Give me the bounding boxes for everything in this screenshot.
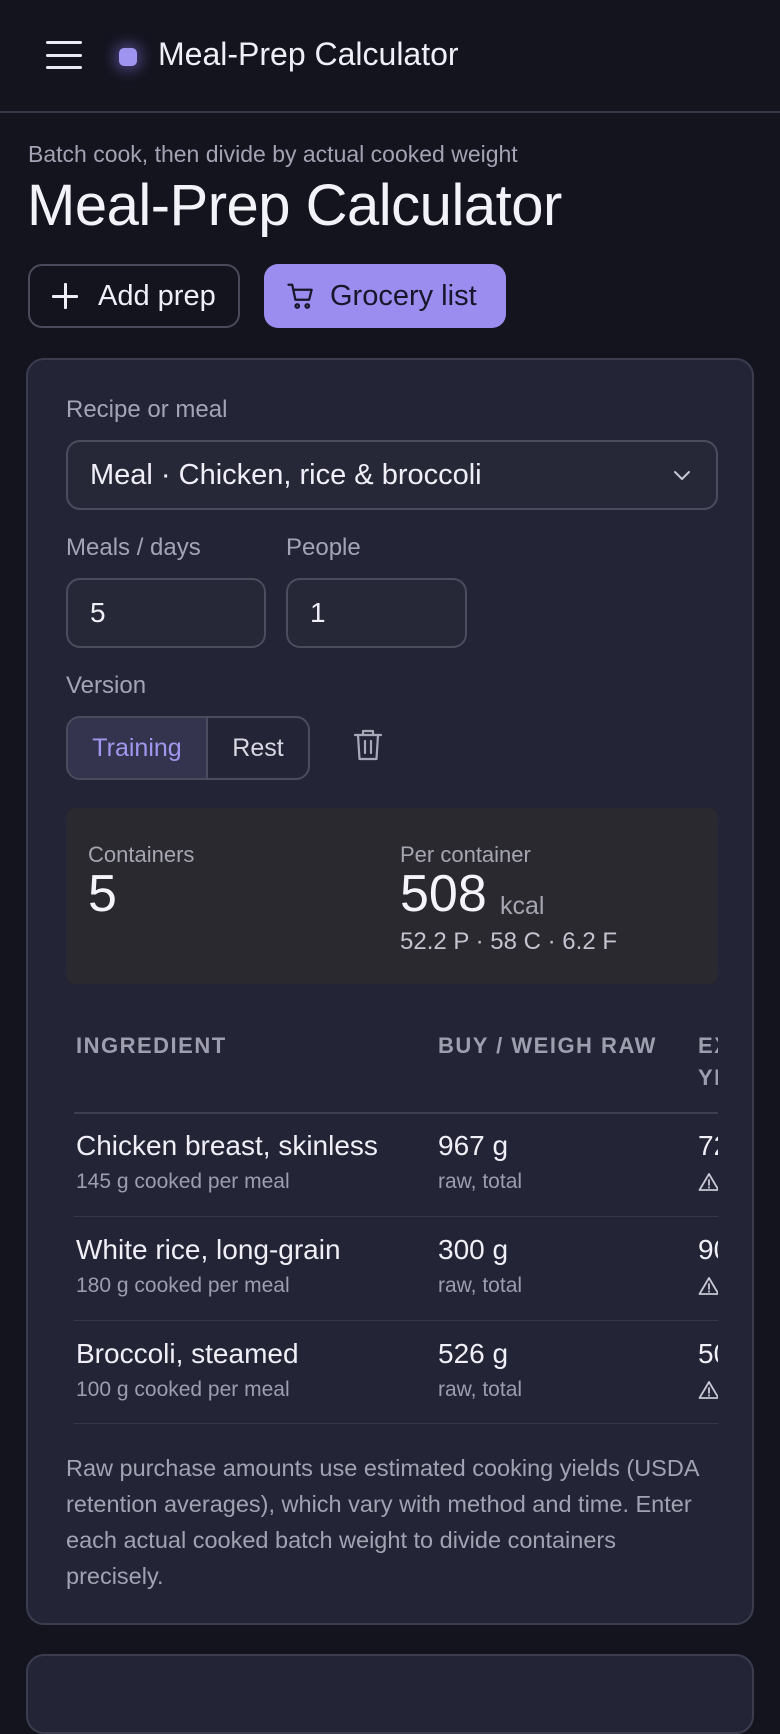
yield-note: Raw purchase amounts use estimated cooki… <box>66 1455 699 1589</box>
version-label: Version <box>66 672 147 699</box>
brand-logo-icon <box>119 48 137 66</box>
ingredient-name: White rice, long-grain <box>76 1234 341 1265</box>
raw-note: raw, total <box>438 1378 523 1401</box>
column-header-buy: BUY / WEIGH RAW <box>438 1033 657 1058</box>
version-toggle: Training Rest <box>66 716 310 780</box>
column-header-ingredient: INGREDIENT <box>76 1033 227 1058</box>
warning-icon <box>698 1277 718 1295</box>
header-divider <box>74 1112 718 1114</box>
recipe-label: Recipe or meal <box>66 396 228 423</box>
plus-icon <box>52 283 78 309</box>
recipe-select-value: Meal · Chicken, rice & broccoli <box>90 458 482 491</box>
kcal-value: 508 <box>400 865 487 923</box>
page-subtitle: Batch cook, then divide by actual cooked… <box>28 141 518 167</box>
raw-note: raw, total <box>438 1170 523 1193</box>
menu-icon[interactable] <box>46 41 82 69</box>
version-option-training[interactable]: Training <box>68 718 208 778</box>
app-title: Meal-Prep Calculator <box>158 36 459 72</box>
warning-icon <box>698 1173 718 1191</box>
people-input[interactable]: 1 <box>286 578 467 648</box>
cart-icon <box>287 283 313 309</box>
column-header-yield-1: EX <box>698 1033 718 1058</box>
macros-text: 52.2 P · 58 C · 6.2 F <box>400 928 617 955</box>
ingredient-detail: 100 g cooked per meal <box>76 1378 290 1401</box>
ingredient-detail: 180 g cooked per meal <box>76 1274 290 1297</box>
yield-value: 72 <box>698 1130 718 1161</box>
page-title: Meal-Prep Calculator <box>27 173 562 238</box>
ingredient-name: Chicken breast, skinless <box>76 1130 378 1161</box>
raw-amount: 300 g <box>438 1234 509 1265</box>
meals-label: Meals / days <box>66 534 201 561</box>
ingredient-detail: 145 g cooked per meal <box>76 1170 290 1193</box>
ingredient-table: INGREDIENT BUY / WEIGH RAW EX YI Chicken… <box>66 1008 718 1424</box>
prep-card: Recipe or meal Meal · Chicken, rice & br… <box>26 358 754 1625</box>
containers-value: 5 <box>88 865 117 923</box>
next-prep-card <box>26 1654 754 1734</box>
grocery-list-label: Grocery list <box>330 279 477 312</box>
trash-icon[interactable] <box>353 728 383 762</box>
raw-amount: 526 g <box>438 1338 509 1369</box>
meals-input[interactable]: 5 <box>66 578 266 648</box>
add-prep-label: Add prep <box>98 279 216 312</box>
chevron-down-icon <box>674 471 690 480</box>
ingredient-name: Broccoli, steamed <box>76 1338 299 1369</box>
raw-amount: 967 g <box>438 1130 509 1161</box>
yield-value: 50 <box>698 1338 718 1369</box>
recipe-select[interactable]: Meal · Chicken, rice & broccoli <box>66 440 718 510</box>
grocery-list-button[interactable]: Grocery list <box>264 264 506 328</box>
add-prep-button[interactable]: Add prep <box>28 264 240 328</box>
raw-note: raw, total <box>438 1274 523 1297</box>
kcal-unit: kcal <box>500 892 545 920</box>
row-divider <box>74 1320 718 1321</box>
warning-icon <box>698 1381 718 1399</box>
summary-panel: Containers 5 Per container 508 kcal 52.2… <box>66 808 718 984</box>
column-header-yield-2: YI <box>698 1065 718 1090</box>
people-label: People <box>286 534 361 561</box>
yield-value: 90 <box>698 1234 718 1265</box>
row-divider <box>74 1423 718 1424</box>
row-divider <box>74 1216 718 1217</box>
version-option-rest[interactable]: Rest <box>208 718 308 778</box>
top-app-bar: Meal-Prep Calculator <box>0 0 780 113</box>
